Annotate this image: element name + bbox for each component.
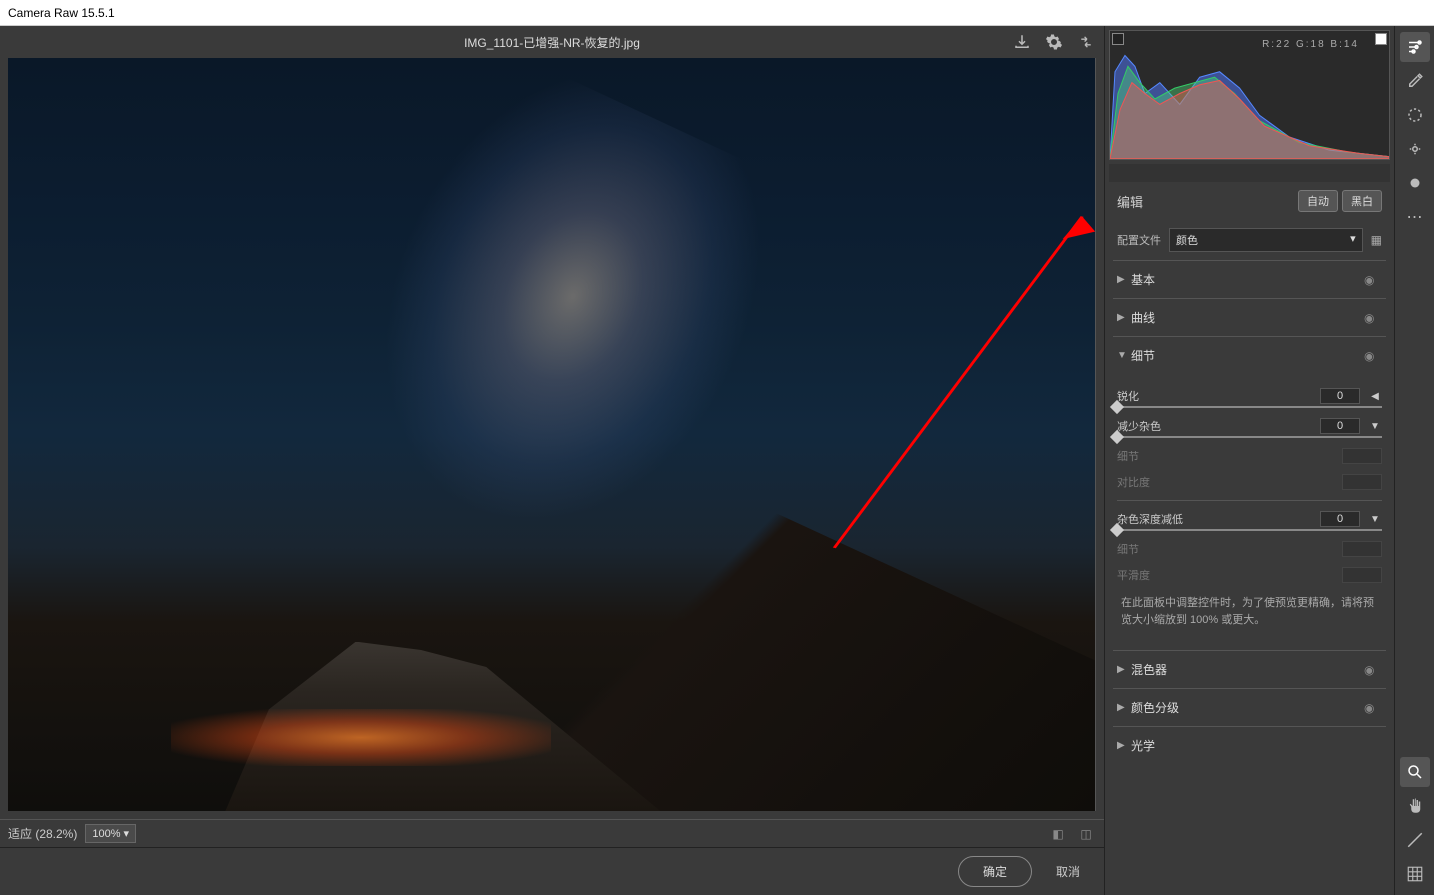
chevron-right-icon: ▶ <box>1117 312 1131 323</box>
cnr-smooth-label: 平滑度 <box>1117 567 1334 583</box>
main-area: IMG_1101-已增强-NR-恢复的.jpg <box>0 26 1434 895</box>
title-bar: Camera Raw 15.5.1 <box>0 0 1434 26</box>
collapse-left-icon[interactable]: ◀ <box>1368 389 1382 403</box>
detail-hint: 在此面板中调整控件时，为了使预览更精确，请将预览大小缩放到 100% 或更大。 <box>1117 585 1382 638</box>
histogram[interactable]: R:22 G:18 B:14 <box>1109 30 1390 160</box>
hand-tool-icon[interactable] <box>1400 791 1430 821</box>
eye-icon[interactable]: ◉ <box>1364 349 1382 363</box>
content-column: IMG_1101-已增强-NR-恢复的.jpg <box>0 26 1104 895</box>
sharpen-value[interactable] <box>1320 388 1360 404</box>
redeye-icon[interactable] <box>1400 134 1430 164</box>
bw-button[interactable]: 黑白 <box>1342 190 1382 212</box>
cnr-detail-value <box>1342 541 1382 557</box>
cancel-button[interactable]: 取消 <box>1056 863 1080 880</box>
section-basic[interactable]: ▶ 基本 ◉ <box>1113 261 1386 298</box>
filename-bar: IMG_1101-已增强-NR-恢复的.jpg <box>0 26 1104 58</box>
profile-row: 配置文件 颜色▾ ▦ <box>1113 220 1386 260</box>
sharpen-slider[interactable] <box>1117 406 1382 408</box>
more-icon[interactable]: ⋯ <box>1400 202 1430 232</box>
eye-icon[interactable]: ◉ <box>1364 311 1382 325</box>
chevron-right-icon: ▶ <box>1117 702 1131 713</box>
auto-button[interactable]: 自动 <box>1298 190 1338 212</box>
viewer-footer: 适应 (28.2%) 100% ▾ ◧ ◫ <box>0 819 1104 847</box>
dialog-actions: 确定 取消 <box>0 847 1104 895</box>
heal-icon[interactable] <box>1400 168 1430 198</box>
section-detail[interactable]: ▼ 细节 ◉ <box>1113 337 1386 374</box>
sharpen-label: 锐化 <box>1117 388 1312 404</box>
edit-header: 编辑 自动 黑白 <box>1113 182 1386 220</box>
nr-contrast-value <box>1342 474 1382 490</box>
edit-title: 编辑 <box>1117 192 1143 211</box>
color-nr-label: 杂色深度减低 <box>1117 511 1312 527</box>
eye-icon[interactable]: ◉ <box>1364 701 1382 715</box>
grid-icon[interactable] <box>1400 859 1430 889</box>
profile-browser-icon[interactable]: ▦ <box>1371 233 1382 247</box>
eye-icon[interactable]: ◉ <box>1364 663 1382 677</box>
shadow-clip-icon[interactable] <box>1112 33 1124 45</box>
fit-label[interactable]: 适应 (28.2%) <box>8 825 77 842</box>
tool-strip: ⋯ <box>1394 26 1434 895</box>
masking-icon[interactable] <box>1400 100 1430 130</box>
chevron-right-icon: ▶ <box>1117 740 1131 751</box>
section-curve[interactable]: ▶ 曲线 ◉ <box>1113 299 1386 336</box>
section-optics[interactable]: ▶ 光学 <box>1113 727 1386 764</box>
highlight-clip-icon[interactable] <box>1375 33 1387 45</box>
expand-down-icon[interactable]: ▼ <box>1368 419 1382 433</box>
profile-label: 配置文件 <box>1117 232 1161 248</box>
filename: IMG_1101-已增强-NR-恢复的.jpg <box>464 34 640 51</box>
profile-select[interactable]: 颜色▾ <box>1169 228 1363 252</box>
chevron-down-icon: ▼ <box>1117 350 1131 361</box>
expand-down-icon[interactable]: ▼ <box>1368 512 1382 526</box>
ok-button[interactable]: 确定 <box>958 856 1032 887</box>
rgb-readout: R:22 G:18 B:14 <box>1262 39 1359 50</box>
zoom-tool-icon[interactable] <box>1400 757 1430 787</box>
edit-tool-icon[interactable] <box>1400 32 1430 62</box>
color-nr-slider[interactable] <box>1117 529 1382 531</box>
edit-panel: R:22 G:18 B:14 编辑 自动 黑白 配置文件 颜色▾ ▦ <box>1104 26 1394 895</box>
cnr-detail-label: 细节 <box>1117 541 1334 557</box>
noise-reduce-label: 减少杂色 <box>1117 418 1312 434</box>
section-mixer[interactable]: ▶ 混色器 ◉ <box>1113 651 1386 688</box>
photo-preview <box>8 58 1095 811</box>
noise-reduce-slider[interactable] <box>1117 436 1382 438</box>
zoom-select[interactable]: 100% ▾ <box>85 824 136 843</box>
gear-icon[interactable] <box>1044 32 1064 52</box>
color-nr-value[interactable] <box>1320 511 1360 527</box>
save-icon[interactable] <box>1012 32 1032 52</box>
chevron-right-icon: ▶ <box>1117 274 1131 285</box>
eye-icon[interactable]: ◉ <box>1364 273 1382 287</box>
section-grading[interactable]: ▶ 颜色分级 ◉ <box>1113 689 1386 726</box>
sampler-icon[interactable] <box>1400 825 1430 855</box>
eyedropper-icon[interactable] <box>1400 66 1430 96</box>
nr-detail-value <box>1342 448 1382 464</box>
chevron-right-icon: ▶ <box>1117 664 1131 675</box>
noise-reduce-value[interactable] <box>1320 418 1360 434</box>
compare-icon[interactable]: ◫ <box>1076 824 1096 844</box>
app-title: Camera Raw 15.5.1 <box>8 6 115 20</box>
cnr-smooth-value <box>1342 567 1382 583</box>
before-after-icon[interactable]: ◧ <box>1048 824 1068 844</box>
image-viewer[interactable] <box>8 58 1096 811</box>
nr-contrast-label: 对比度 <box>1117 474 1334 490</box>
nr-detail-label: 细节 <box>1117 448 1334 464</box>
fullscreen-icon[interactable] <box>1076 32 1096 52</box>
